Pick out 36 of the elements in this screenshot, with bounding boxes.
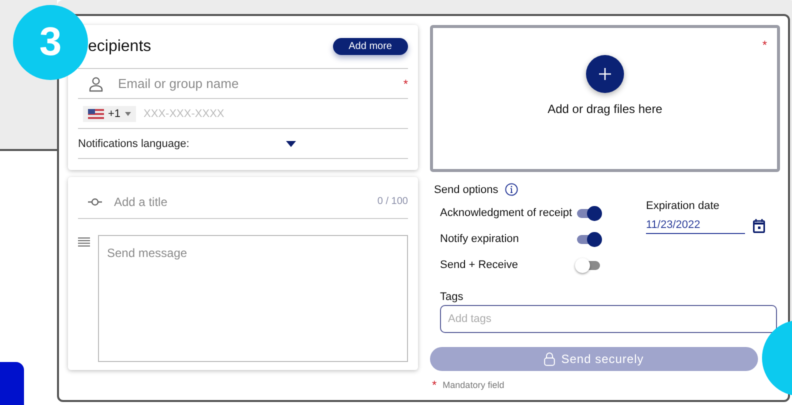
- character-counter: 0 / 100: [377, 196, 408, 207]
- message-field[interactable]: Send message: [98, 235, 408, 362]
- add-file-icon[interactable]: [586, 55, 624, 93]
- toggle-switch[interactable]: [577, 208, 600, 218]
- toggle-switch[interactable]: [577, 234, 600, 244]
- lock-icon: [544, 352, 556, 366]
- required-mark: *: [762, 38, 767, 52]
- required-mark: *: [403, 76, 408, 90]
- country-code-selector[interactable]: +1: [83, 106, 136, 122]
- caret-icon: [124, 112, 131, 116]
- person-icon: [88, 76, 104, 92]
- expiration-date-field[interactable]: 11/23/2022: [646, 217, 745, 234]
- mandatory-field-note: Mandatory field: [442, 380, 504, 390]
- add-more-button[interactable]: Add more: [332, 38, 408, 55]
- toggle-switch[interactable]: [577, 260, 600, 270]
- calendar-icon[interactable]: [753, 218, 765, 232]
- info-icon[interactable]: [505, 183, 518, 196]
- phone-field[interactable]: XXX-XXX-XXXX: [144, 108, 408, 120]
- tags-field[interactable]: Add tags: [440, 305, 777, 333]
- required-mark: *: [432, 378, 437, 392]
- file-drop-zone[interactable]: * Add or drag files here: [430, 25, 780, 172]
- toggle-label: Notify expiration: [440, 233, 519, 245]
- expiration-label: Expiration date: [646, 200, 720, 212]
- toggle-label: Send + Receive: [440, 259, 518, 271]
- recipients-title: ecipients: [88, 38, 152, 56]
- commit-icon: [88, 196, 102, 206]
- send-options-label: Send options: [434, 184, 498, 196]
- title-field[interactable]: Add a title: [114, 194, 370, 208]
- email-field[interactable]: Email or group name: [118, 76, 396, 91]
- flag-icon: [88, 108, 104, 118]
- dropdown-caret-icon[interactable]: [286, 140, 296, 146]
- text-lines-icon: [78, 237, 90, 247]
- language-label: Notifications language:: [78, 138, 190, 150]
- toggle-label: Acknowledgment of receipt: [440, 207, 572, 219]
- drop-zone-text: Add or drag files here: [548, 102, 662, 116]
- tags-label: Tags: [440, 291, 464, 303]
